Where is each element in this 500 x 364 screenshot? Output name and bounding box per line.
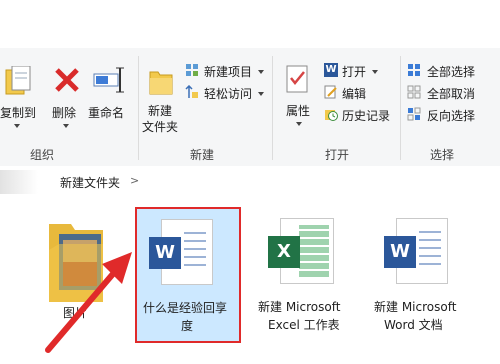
doc-line	[184, 232, 206, 234]
chevron-down-icon	[372, 70, 378, 74]
sheet-grid	[299, 225, 329, 277]
invert-selection-label: 反向选择	[427, 109, 476, 123]
word-icon: W	[324, 63, 338, 77]
doc-line	[184, 240, 206, 242]
doc-line	[419, 239, 441, 241]
breadcrumb-current-folder[interactable]: 新建文件夹	[60, 174, 120, 191]
invert-selection-button[interactable]: 反向选择	[407, 106, 487, 124]
breadcrumb-separator: >	[130, 174, 140, 187]
rename-button[interactable]: 重命名	[88, 60, 128, 120]
select-none-button[interactable]: 全部取消	[407, 84, 487, 102]
new-folder-icon	[149, 71, 173, 95]
select-all-icon	[408, 64, 420, 76]
properties-button[interactable]: 属性	[278, 60, 318, 134]
file-item-excel[interactable]: X 新建 Microsoft Excel 工作表	[254, 208, 358, 340]
edit-button[interactable]: 编辑	[324, 84, 384, 102]
doc-line	[184, 248, 206, 250]
file-name-line1: 新建 Microsoft	[258, 300, 341, 314]
file-name-line1: 新建 Microsoft	[374, 300, 457, 314]
rename-label: 重命名	[88, 106, 125, 120]
file-item-word[interactable]: W 新建 Microsoft Word 文档	[370, 208, 474, 340]
doc-line	[184, 264, 206, 266]
history-button[interactable]: 历史记录	[324, 106, 396, 124]
invert-selection-icon	[407, 107, 421, 121]
select-all-label: 全部选择	[427, 65, 476, 79]
group-label-select: 选择	[430, 148, 455, 162]
new-folder-label-line2: 文件夹	[142, 120, 179, 134]
ribbon-tab-strip	[0, 0, 500, 49]
copy-to-button[interactable]: 复制到	[0, 60, 40, 132]
chevron-down-icon	[63, 124, 69, 128]
history-icon	[325, 110, 338, 121]
new-folder-label-line1: 新建	[148, 104, 173, 118]
file-name-line2: Excel 工作表	[268, 318, 340, 332]
annotation-arrow	[45, 252, 132, 353]
new-item-button[interactable]: 新建项目	[185, 62, 267, 80]
word-badge-icon: W	[384, 236, 416, 268]
chevron-down-icon	[296, 122, 302, 126]
chevron-down-icon	[258, 92, 264, 96]
chevron-down-icon	[258, 70, 264, 74]
group-separator	[400, 56, 401, 160]
edit-label: 编辑	[342, 87, 367, 101]
chevron-down-icon	[14, 124, 20, 128]
select-none-label: 全部取消	[427, 87, 476, 101]
file-name-line2: Word 文档	[384, 318, 443, 332]
easy-access-button[interactable]: 轻松访问	[185, 84, 267, 102]
doc-line	[419, 231, 441, 233]
group-separator	[138, 56, 139, 160]
new-item-icon	[186, 64, 198, 76]
selected-file-item[interactable]: W 什么是经验回享 度	[135, 207, 241, 343]
open-label: 打开	[342, 65, 367, 79]
new-folder-button[interactable]: 新建 文件夹	[140, 60, 182, 138]
group-separator	[272, 56, 273, 160]
history-label: 历史记录	[342, 109, 391, 123]
select-all-button[interactable]: 全部选择	[407, 62, 487, 80]
group-label-organize: 组织	[30, 148, 55, 162]
group-label-new: 新建	[190, 148, 215, 162]
file-name-line1: 什么是经验回享	[143, 301, 228, 315]
properties-label: 属性	[286, 104, 311, 118]
easy-access-label: 轻松访问	[204, 87, 253, 101]
copy-to-icon	[5, 66, 31, 95]
ribbon: 复制到 删除 重命名 组织 新建 文件夹 新建项目 轻松访问 新建 属性 W 打…	[0, 48, 500, 167]
edit-icon	[324, 85, 337, 99]
doc-line	[184, 256, 206, 258]
address-bar[interactable]: 新建文件夹 >	[0, 166, 500, 199]
file-name-line2: 度	[181, 319, 194, 333]
address-bar-left-edge	[0, 170, 38, 194]
select-none-icon	[407, 85, 421, 99]
doc-line	[419, 255, 441, 257]
word-badge-icon: W	[149, 237, 181, 269]
delete-icon	[55, 68, 79, 92]
open-button[interactable]: W 打开	[324, 62, 384, 80]
doc-line	[419, 263, 441, 265]
easy-access-icon	[185, 85, 198, 98]
rename-icon	[93, 67, 124, 93]
properties-icon	[286, 65, 308, 93]
new-item-label: 新建项目	[204, 65, 253, 79]
excel-badge-icon: X	[268, 236, 300, 268]
delete-button[interactable]: 删除	[48, 60, 84, 132]
copy-to-label: 复制到	[0, 106, 37, 120]
group-label-open: 打开	[325, 148, 350, 162]
doc-line	[419, 247, 441, 249]
delete-label: 删除	[52, 106, 77, 120]
